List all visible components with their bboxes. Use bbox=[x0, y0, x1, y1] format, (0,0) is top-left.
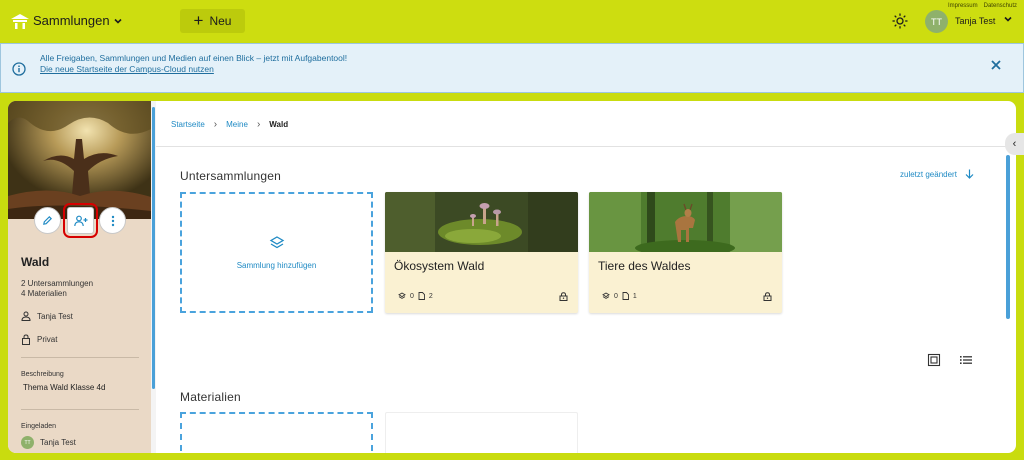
banner-text: Alle Freigaben, Sammlungen und Medien au… bbox=[40, 53, 348, 63]
collection-count: 0 bbox=[410, 292, 414, 300]
person-icon bbox=[21, 311, 31, 321]
user-name[interactable]: Tanja Test bbox=[955, 16, 995, 26]
collection-cover-image bbox=[8, 101, 151, 219]
collection-count: 0 bbox=[614, 292, 618, 300]
collection-card-meta: 0 2 bbox=[398, 292, 433, 300]
tile-view-icon[interactable] bbox=[927, 353, 941, 367]
imprint-link[interactable]: Impressum bbox=[948, 3, 978, 9]
info-banner: Alle Freigaben, Sammlungen und Medien au… bbox=[0, 43, 1024, 93]
chevron-down-icon bbox=[114, 18, 122, 24]
chevron-right-icon: › bbox=[256, 119, 261, 130]
layers-icon bbox=[602, 292, 610, 299]
layers-icon bbox=[269, 236, 284, 249]
sort-label: zuletzt geändert bbox=[900, 169, 957, 179]
user-avatar[interactable]: TT bbox=[925, 10, 948, 33]
chevron-down-icon[interactable] bbox=[1003, 14, 1013, 24]
lock-icon bbox=[559, 292, 568, 301]
invited-label: Eingeladen bbox=[21, 423, 57, 430]
owner-name: Tanja Test bbox=[37, 311, 73, 321]
campus-cloud-logo-icon[interactable] bbox=[10, 11, 30, 31]
collection-thumbnail bbox=[385, 192, 578, 252]
add-material-tile[interactable] bbox=[180, 412, 373, 453]
new-button[interactable]: + Neu bbox=[180, 9, 245, 33]
invited-user-avatar: TT bbox=[21, 436, 34, 449]
visibility-row: Privat bbox=[21, 334, 57, 345]
material-card-placeholder bbox=[385, 412, 578, 453]
lock-icon bbox=[22, 334, 30, 345]
sun-icon[interactable] bbox=[892, 13, 908, 29]
collection-card-title: Ökosystem Wald bbox=[394, 259, 485, 273]
lock-icon bbox=[763, 292, 772, 301]
invite-users-button[interactable] bbox=[63, 203, 98, 238]
invited-user-row: TT Tanja Test bbox=[21, 436, 76, 449]
new-button-label: Neu bbox=[209, 14, 232, 28]
material-count: 2 bbox=[428, 292, 433, 300]
legal-links: Impressum Datenschutz bbox=[948, 3, 1017, 9]
breadcrumb-mine[interactable]: Meine bbox=[226, 120, 248, 129]
top-bar: Sammlungen + Neu Impressum Datenschutz T… bbox=[0, 0, 1024, 42]
edit-collection-button[interactable] bbox=[34, 207, 61, 234]
subcollections-heading: Untersammlungen bbox=[180, 169, 282, 183]
collections-menu-label: Sammlungen bbox=[33, 13, 110, 28]
collection-card-meta: 0 1 bbox=[602, 292, 637, 300]
file-icon bbox=[418, 292, 425, 300]
collection-sidebar: Wald 2 Untersammlungen 4 Materialien Tan… bbox=[8, 101, 151, 453]
sort-button[interactable]: zuletzt geändert bbox=[900, 169, 974, 179]
collection-thumbnail bbox=[589, 192, 782, 252]
add-collection-label: Sammlung hinzufügen bbox=[236, 261, 317, 270]
divider bbox=[156, 146, 1016, 147]
close-icon[interactable] bbox=[990, 59, 1002, 71]
add-collection-tile[interactable]: Sammlung hinzufügen bbox=[180, 192, 373, 313]
collection-card[interactable]: Ökosystem Wald 0 2 bbox=[385, 192, 578, 313]
material-count: 1 bbox=[632, 292, 637, 300]
divider bbox=[21, 357, 139, 358]
info-icon bbox=[12, 62, 26, 76]
sidebar-scrollbar[interactable] bbox=[152, 107, 155, 389]
collection-stats: 2 Untersammlungen 4 Materialien bbox=[21, 279, 93, 299]
materials-heading: Materialien bbox=[180, 390, 241, 404]
more-vertical-icon bbox=[111, 215, 114, 226]
file-icon bbox=[622, 292, 629, 300]
arrow-down-icon bbox=[965, 169, 974, 179]
privacy-link[interactable]: Datenschutz bbox=[984, 3, 1017, 9]
description-text: Thema Wald Klasse 4d bbox=[23, 383, 106, 392]
collection-card[interactable]: Tiere des Waldes 0 1 bbox=[589, 192, 782, 313]
material-count: 4 Materialien bbox=[21, 289, 67, 298]
list-view-icon[interactable] bbox=[959, 353, 973, 367]
layers-icon bbox=[398, 292, 406, 299]
divider bbox=[21, 409, 139, 410]
add-user-icon bbox=[73, 215, 87, 226]
main-card: Wald 2 Untersammlungen 4 Materialien Tan… bbox=[8, 101, 1016, 453]
invited-user-name: Tanja Test bbox=[40, 438, 76, 447]
owner-row: Tanja Test bbox=[21, 311, 73, 321]
collections-menu[interactable]: Sammlungen bbox=[33, 13, 123, 28]
visibility-label: Privat bbox=[37, 335, 58, 344]
plus-icon: + bbox=[193, 10, 204, 30]
new-startpage-link[interactable]: Die neue Startseite der Campus-Cloud nut… bbox=[40, 64, 347, 75]
breadcrumb: Startseite › Meine › Wald bbox=[171, 119, 288, 130]
collection-card-title: Tiere des Waldes bbox=[598, 259, 691, 273]
more-options-button[interactable] bbox=[99, 207, 126, 234]
breadcrumb-current: Wald bbox=[269, 120, 289, 129]
chevron-left-icon[interactable]: ‹ bbox=[1005, 133, 1024, 155]
chevron-right-icon: › bbox=[213, 119, 218, 130]
pencil-icon bbox=[43, 215, 53, 225]
main-scrollbar[interactable] bbox=[1006, 155, 1010, 319]
breadcrumb-home[interactable]: Startseite bbox=[171, 120, 205, 129]
subcollection-count: 2 Untersammlungen bbox=[21, 279, 94, 288]
description-label: Beschreibung bbox=[21, 371, 64, 378]
collection-title: Wald bbox=[21, 255, 50, 269]
view-toggle bbox=[927, 353, 973, 367]
banner-message: Alle Freigaben, Sammlungen und Medien au… bbox=[40, 53, 347, 75]
